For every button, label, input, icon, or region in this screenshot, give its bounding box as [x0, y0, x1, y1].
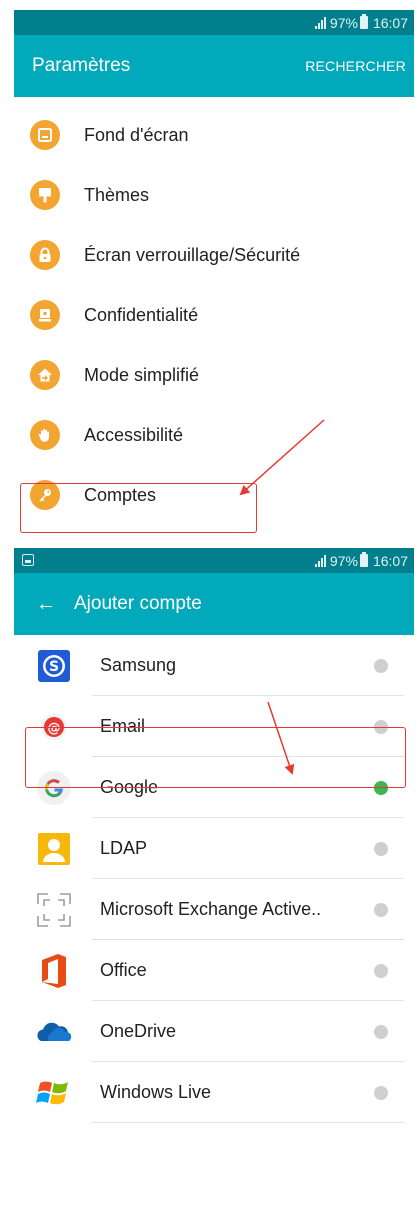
app-bar: Paramètres RECHERCHER: [14, 35, 414, 97]
add-account-screen: 97% 16:07 ← Ajouter compte S Samsung @ E…: [14, 548, 414, 1230]
signal-icon: [314, 554, 327, 567]
themes-icon: [30, 180, 60, 210]
settings-item-themes[interactable]: Thèmes: [14, 165, 414, 225]
account-item-samsung[interactable]: S Samsung: [14, 635, 414, 696]
battery-percent: 97%: [329, 552, 358, 569]
settings-item-label: Comptes: [84, 484, 157, 505]
settings-item-easy-mode[interactable]: Mode simplifié: [14, 345, 414, 405]
status-bar: 97% 16:07: [14, 10, 414, 35]
wallpaper-icon: [30, 120, 60, 150]
status-dot: [374, 1085, 388, 1100]
page-title: Ajouter compte: [74, 593, 202, 614]
account-type-list: S Samsung @ Email Google LDAP Microsoft …: [14, 635, 414, 1123]
gallery-notification-icon: [22, 554, 34, 566]
account-item-windows-live[interactable]: Windows Live: [14, 1062, 414, 1123]
key-icon: [30, 480, 60, 510]
exchange-icon: [34, 890, 74, 930]
privacy-icon: [30, 300, 60, 330]
settings-list: Fond d'écran Thèmes Écran verrouillage/S…: [14, 97, 414, 525]
onedrive-icon: [34, 1012, 74, 1052]
account-item-label: Office: [100, 960, 147, 980]
status-dot: [374, 658, 388, 673]
windows-live-icon: [34, 1073, 74, 1113]
office-icon: [34, 951, 74, 991]
account-item-label: LDAP: [100, 838, 148, 858]
settings-item-lock-security[interactable]: Écran verrouillage/Sécurité: [14, 225, 414, 285]
battery-icon: [359, 552, 368, 567]
email-icon: @: [34, 707, 74, 747]
easy-mode-icon: [30, 360, 60, 390]
status-dot: [374, 719, 388, 734]
settings-item-label: Thèmes: [84, 184, 150, 205]
settings-item-wallpaper[interactable]: Fond d'écran: [14, 105, 414, 165]
lock-icon: [30, 240, 60, 270]
google-icon: [34, 768, 74, 808]
settings-item-label: Confidentialité: [84, 304, 199, 325]
account-item-onedrive[interactable]: OneDrive: [14, 1001, 414, 1062]
svg-text:S: S: [49, 659, 59, 675]
account-item-label: Samsung: [100, 655, 177, 675]
settings-item-label: Mode simplifié: [84, 364, 200, 385]
page-title: Paramètres: [32, 55, 131, 76]
account-item-label: Microsoft Exchange Active..: [100, 899, 322, 919]
account-item-label: Windows Live: [100, 1082, 212, 1102]
settings-item-accounts[interactable]: Comptes: [14, 465, 414, 525]
status-dot-active: [374, 780, 388, 795]
status-dot: [374, 841, 388, 856]
account-item-email[interactable]: @ Email: [14, 696, 414, 757]
accessibility-icon: [30, 420, 60, 450]
ldap-icon: [34, 829, 74, 869]
account-item-exchange[interactable]: Microsoft Exchange Active..: [14, 879, 414, 940]
clock: 16:07: [372, 552, 408, 569]
svg-text:@: @: [48, 721, 61, 736]
account-item-office[interactable]: Office: [14, 940, 414, 1001]
account-item-label: OneDrive: [100, 1021, 177, 1041]
battery-icon: [359, 14, 368, 29]
back-arrow-icon[interactable]: ←: [36, 593, 56, 616]
samsung-icon: S: [34, 646, 74, 686]
signal-icon: [314, 16, 327, 29]
app-bar: ← Ajouter compte: [14, 573, 414, 635]
account-item-label: Email: [100, 716, 146, 736]
settings-item-label: Fond d'écran: [84, 124, 189, 145]
settings-item-label: Écran verrouillage/Sécurité: [84, 244, 301, 265]
status-bar: 97% 16:07: [14, 548, 414, 573]
status-dot: [374, 963, 388, 978]
account-item-ldap[interactable]: LDAP: [14, 818, 414, 879]
status-dot: [374, 1024, 388, 1039]
settings-screen: 97% 16:07 Paramètres RECHERCHER Fond d'é…: [14, 10, 414, 542]
account-item-google[interactable]: Google: [14, 757, 414, 818]
settings-item-label: Accessibilité: [84, 424, 184, 445]
clock: 16:07: [372, 14, 408, 31]
battery-percent: 97%: [329, 14, 358, 31]
settings-item-privacy[interactable]: Confidentialité: [14, 285, 414, 345]
settings-item-accessibility[interactable]: Accessibilité: [14, 405, 414, 465]
search-button[interactable]: RECHERCHER: [305, 58, 406, 74]
status-dot: [374, 902, 388, 917]
account-item-label: Google: [100, 777, 159, 797]
